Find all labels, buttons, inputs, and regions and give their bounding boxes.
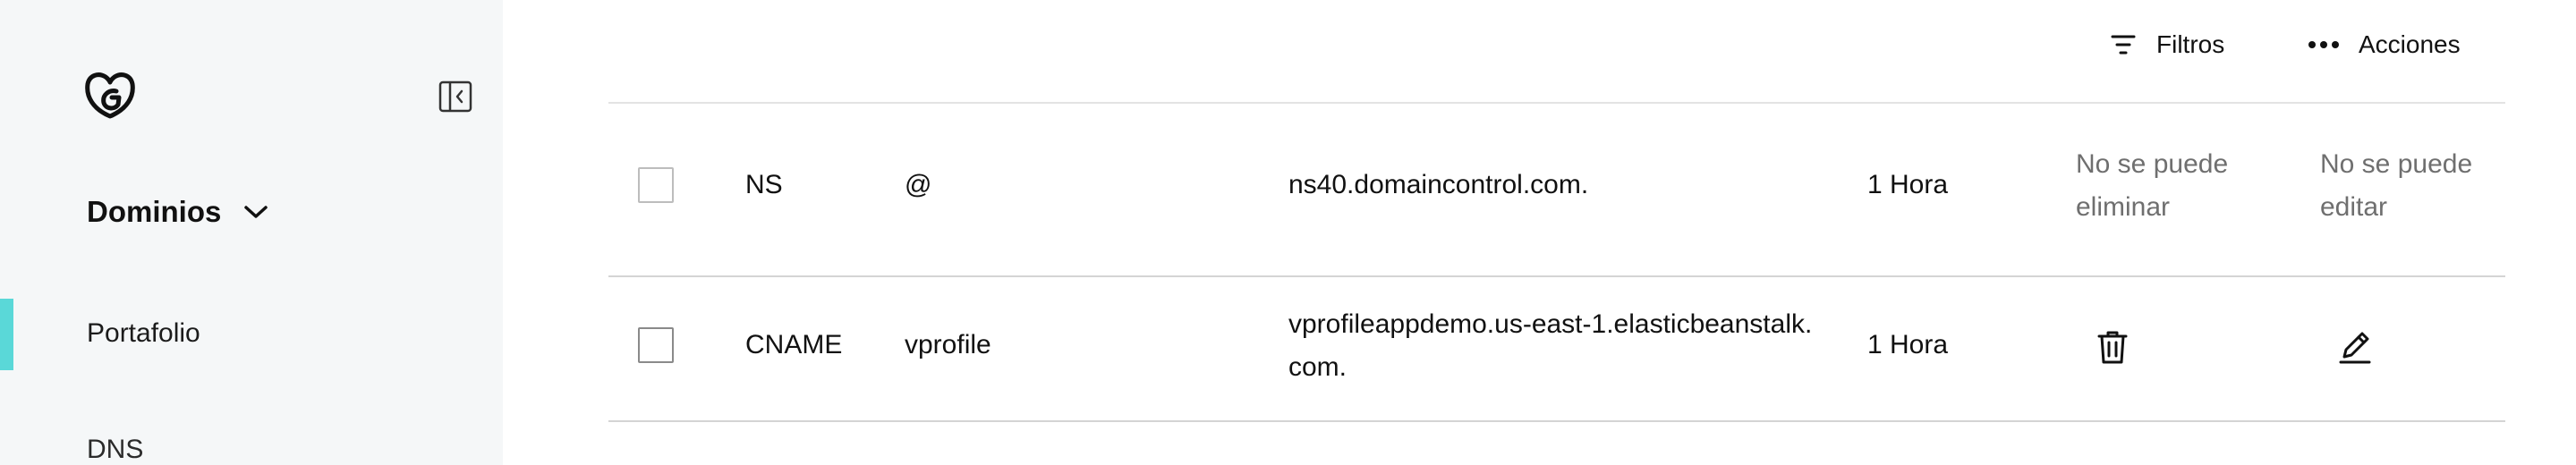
record-type: NS	[745, 170, 783, 199]
trash-icon[interactable]	[2094, 328, 2131, 366]
record-ttl: 1 Hora	[1867, 330, 1949, 359]
nav-group-label: Dominios	[87, 195, 222, 228]
sidebar: Dominios Portafolio DNS	[0, 0, 503, 465]
record-name: vprofile	[905, 330, 991, 359]
record-name: @	[905, 170, 932, 199]
row-checkbox[interactable]	[638, 167, 674, 203]
row-checkbox[interactable]	[638, 327, 674, 363]
chevron-down-icon	[244, 206, 268, 218]
dns-records-table: NS @ ns40.domaincontrol.com. 1 Hora No s…	[608, 0, 2505, 465]
record-ttl: 1 Hora	[1867, 170, 1949, 199]
active-indicator	[0, 299, 13, 370]
edit-disabled-text: No se puede editar	[2320, 149, 2473, 222]
sidebar-item-dns[interactable]: DNS	[87, 435, 143, 465]
table-row: NS @ ns40.domaincontrol.com. 1 Hora No s…	[608, 103, 2505, 276]
godaddy-logo-icon[interactable]	[82, 70, 138, 120]
nav-group-dominios[interactable]: Dominios	[87, 195, 269, 229]
record-type: CNAME	[745, 330, 843, 359]
table-divider	[608, 420, 2505, 422]
sidebar-item-portafolio[interactable]: Portafolio	[87, 318, 200, 349]
sidebar-collapse-icon[interactable]	[438, 80, 472, 114]
delete-disabled-text: No se puede eliminar	[2076, 149, 2229, 222]
pencil-icon[interactable]	[2337, 328, 2375, 366]
record-value: vprofileappdemo.us-east-1.elasticbeansta…	[1288, 309, 1813, 382]
record-value: ns40.domaincontrol.com.	[1288, 170, 1589, 199]
table-row: CNAME vprofile vprofileappdemo.us-east-1…	[608, 277, 2505, 420]
